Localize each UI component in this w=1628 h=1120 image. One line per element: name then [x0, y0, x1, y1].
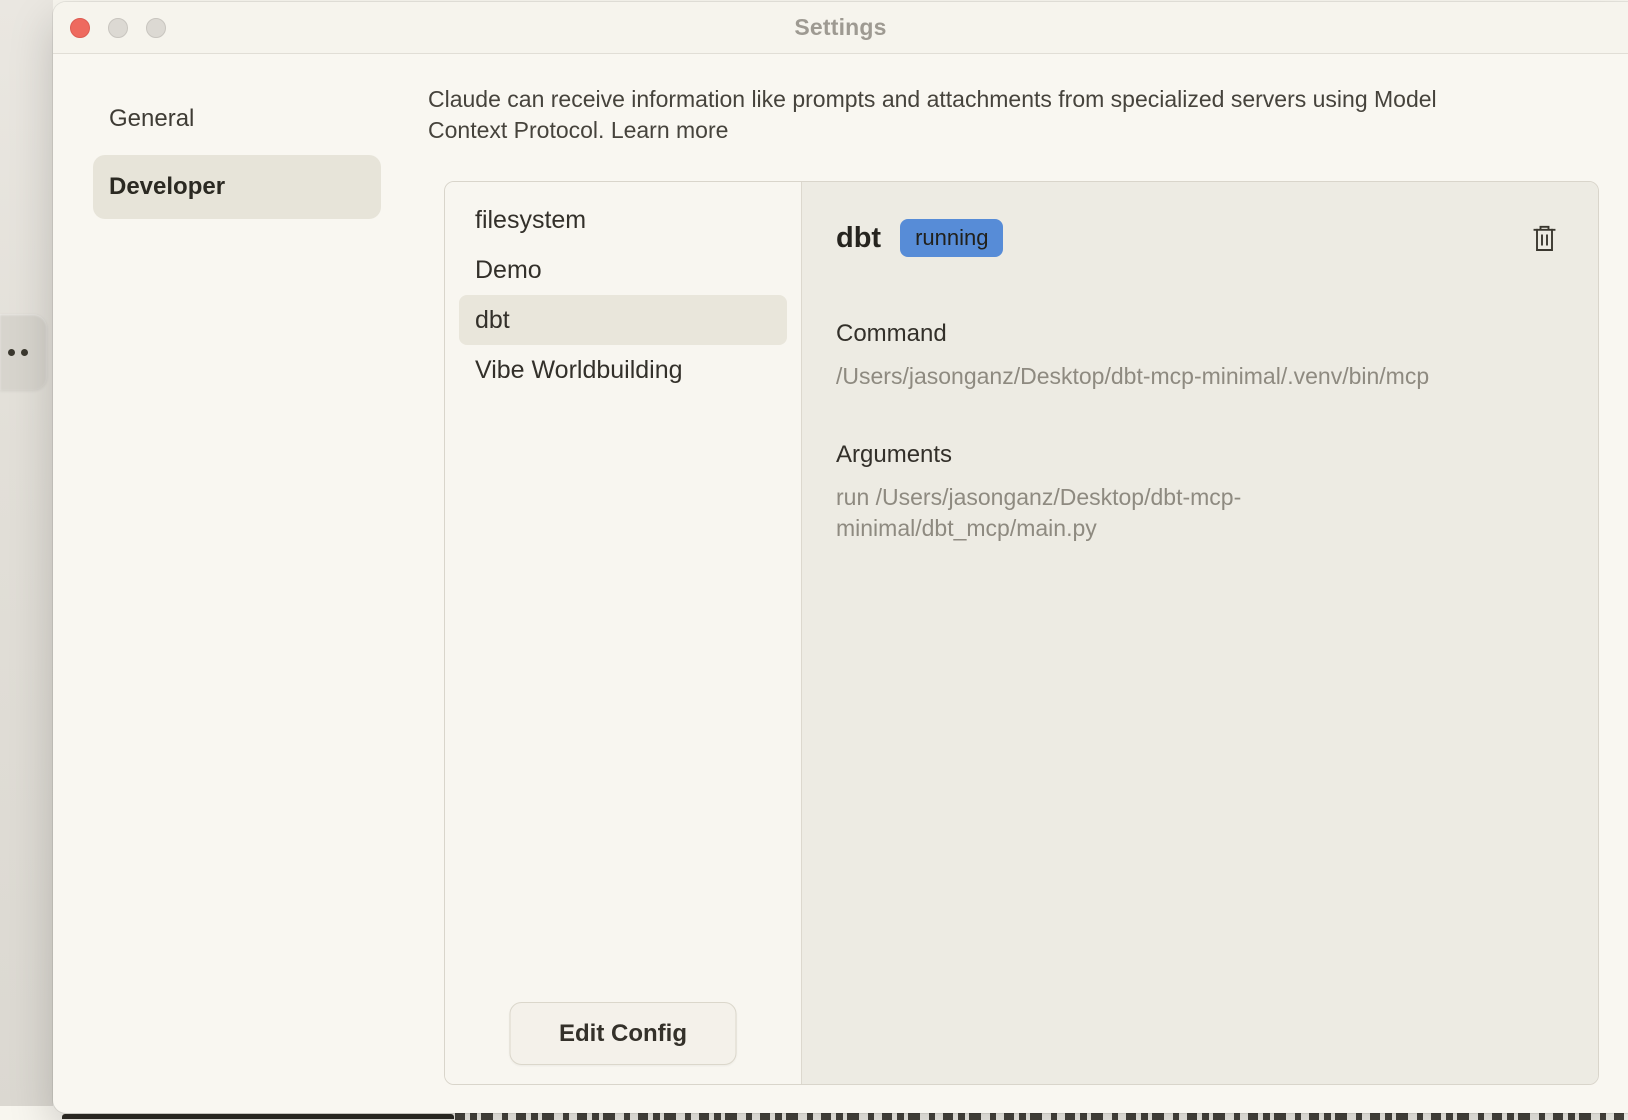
edit-config-button[interactable]: Edit Config — [510, 1002, 737, 1065]
server-item-label: dbt — [475, 306, 510, 335]
arguments-label: Arguments — [836, 441, 1558, 469]
server-item-label: Vibe Worldbuilding — [475, 356, 683, 385]
titlebar: Settings — [53, 2, 1628, 54]
dot-icon — [21, 349, 28, 356]
sidebar-item-developer[interactable]: Developer — [93, 155, 381, 219]
server-detail-header: dbt running — [836, 219, 1558, 257]
arguments-value: run /Users/jasonganz/Desktop/dbt-mcp-min… — [836, 482, 1314, 544]
server-name: dbt — [836, 222, 881, 255]
server-item-demo[interactable]: Demo — [459, 245, 787, 295]
server-item-label: filesystem — [475, 206, 586, 235]
command-value: /Users/jasonganz/Desktop/dbt-mcp-minimal… — [836, 361, 1558, 392]
command-label: Command — [836, 320, 1558, 348]
window-title: Settings — [53, 14, 1628, 41]
sidebar-item-general[interactable]: General — [93, 87, 381, 151]
sidebar-item-label: General — [109, 105, 194, 133]
status-badge: running — [900, 219, 1003, 257]
trash-icon — [1533, 225, 1556, 252]
learn-more-link[interactable]: Learn more — [611, 117, 729, 143]
mcp-servers-panel: filesystem Demo dbt Vibe Worldbuilding E… — [444, 181, 1599, 1085]
mcp-description: Claude can receive information like prom… — [428, 84, 1503, 146]
server-item-dbt[interactable]: dbt — [459, 295, 787, 345]
delete-server-button[interactable] — [1531, 223, 1558, 254]
server-list: filesystem Demo dbt Vibe Worldbuilding — [445, 182, 801, 395]
dot-icon — [8, 349, 15, 356]
server-item-label: Demo — [475, 256, 542, 285]
background-left-strip — [0, 0, 53, 1120]
mcp-description-text: Claude can receive information like prom… — [428, 86, 1437, 143]
server-detail-pane: dbt running Command /Users/jasonganz/Des… — [802, 182, 1598, 1084]
server-item-vibe-worldbuilding[interactable]: Vibe Worldbuilding — [459, 345, 787, 395]
sidebar-item-label: Developer — [109, 173, 225, 201]
collapsed-sidebar-tab[interactable] — [0, 314, 47, 390]
arguments-section: Arguments run /Users/jasonganz/Desktop/d… — [836, 441, 1558, 544]
cutoff-underline — [62, 1114, 454, 1119]
server-item-filesystem[interactable]: filesystem — [459, 195, 787, 245]
settings-window: Settings General Developer Claude can re… — [53, 2, 1628, 1113]
command-section: Command /Users/jasonganz/Desktop/dbt-mcp… — [836, 320, 1558, 392]
server-list-column: filesystem Demo dbt Vibe Worldbuilding E… — [445, 182, 802, 1084]
